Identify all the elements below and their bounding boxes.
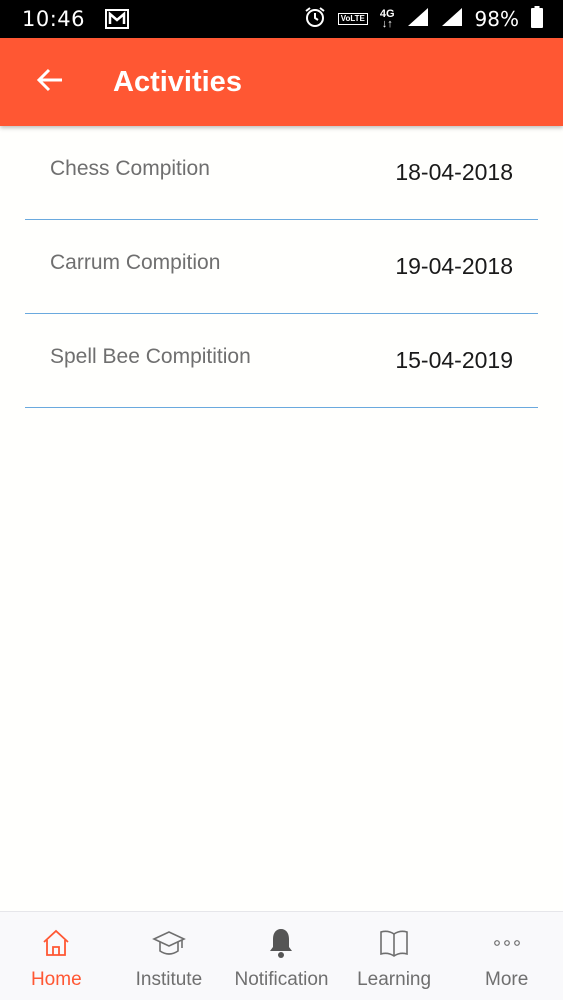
status-time: 10:46 [22,7,86,31]
4g-data-icon: 4G ↓↑ [379,8,395,30]
nav-item-institute[interactable]: Institute [113,912,226,1000]
activity-name: Spell Bee Compitition [50,344,251,368]
nav-label: Home [30,969,82,990]
network-label: 4G [379,8,395,20]
app-bar: Activities [0,38,563,126]
alarm-icon [304,6,326,33]
activity-date: 15-04-2019 [395,347,513,373]
back-button[interactable] [0,38,100,126]
more-dots-icon [492,926,522,960]
signal-icon [441,7,463,32]
bell-icon [267,926,295,960]
nav-label: Institute [135,969,203,990]
bottom-nav: Home Institute Notification Learning Mor… [0,911,563,1000]
home-icon [41,926,71,960]
volte-icon: VoLTE [337,13,368,25]
activity-date: 18-04-2018 [395,159,513,185]
gmail-icon [105,9,130,29]
book-icon [378,926,410,960]
nav-label: Notification [234,969,329,990]
nav-item-notification[interactable]: Notification [225,912,338,1000]
battery-percent: 98% [474,7,519,31]
nav-item-home[interactable]: Home [0,912,113,1000]
nav-label: Learning [357,969,432,990]
status-bar: 10:46 VoLTE 4G ↓↑ 98% [0,0,563,38]
nav-item-learning[interactable]: Learning [338,912,451,1000]
list-item[interactable]: Chess Compition 18-04-2018 [25,126,538,220]
list-item[interactable]: Spell Bee Compitition 15-04-2019 [25,314,538,408]
activity-name: Chess Compition [50,156,210,180]
activities-list: Chess Compition 18-04-2018 Carrum Compit… [25,126,538,408]
arrow-left-icon [36,67,64,98]
list-item[interactable]: Carrum Compition 19-04-2018 [25,220,538,314]
signal-icon [407,7,429,32]
graduation-cap-icon [151,926,186,960]
activity-date: 19-04-2018 [395,253,513,279]
battery-icon [531,5,543,33]
nav-item-more[interactable]: More [450,912,563,1000]
activity-name: Carrum Compition [50,250,221,274]
nav-label: More [485,969,529,990]
page-title: Activities [113,65,242,98]
status-icons: VoLTE 4G ↓↑ 98% [304,5,543,33]
